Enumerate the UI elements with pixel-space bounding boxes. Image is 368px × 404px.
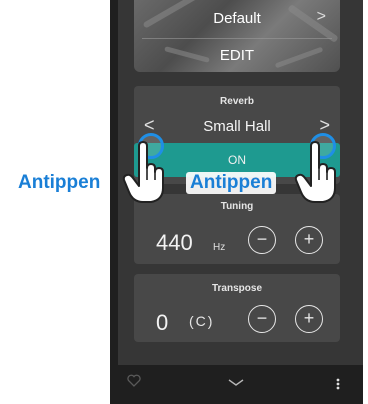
tap-callout-label: Antippen — [18, 172, 101, 193]
preset-next-arrow[interactable]: > — [317, 8, 326, 26]
tuning-value: 440 — [156, 230, 193, 255]
preset-name: Default — [213, 10, 261, 27]
tapping-hand-icon — [122, 141, 164, 203]
bottom-bar — [110, 365, 363, 404]
tuning-increase-button[interactable]: + — [295, 226, 323, 254]
tuning-unit: Hz — [213, 242, 226, 253]
more-vertical-icon[interactable] — [336, 378, 340, 390]
chevron-down-icon[interactable] — [228, 379, 244, 387]
tapping-hand-icon — [294, 141, 336, 203]
transpose-value: 0 — [156, 310, 169, 335]
transpose-increase-button[interactable]: + — [295, 305, 323, 333]
tap-callout-label: Antippen — [186, 172, 277, 194]
transpose-card: Transpose 0 (C) − + — [134, 274, 340, 342]
divider — [142, 38, 332, 39]
reverb-title: Reverb — [220, 96, 254, 107]
transpose-decrease-button[interactable]: − — [248, 305, 276, 333]
heart-icon[interactable] — [127, 374, 141, 387]
edit-button[interactable]: EDIT — [134, 47, 340, 64]
tuning-decrease-button[interactable]: − — [248, 226, 276, 254]
transpose-title: Transpose — [211, 283, 263, 294]
preset-card[interactable]: Default > EDIT — [134, 0, 340, 72]
reverb-type-value: Small Hall — [203, 118, 271, 135]
transpose-note: (C) — [189, 313, 215, 329]
